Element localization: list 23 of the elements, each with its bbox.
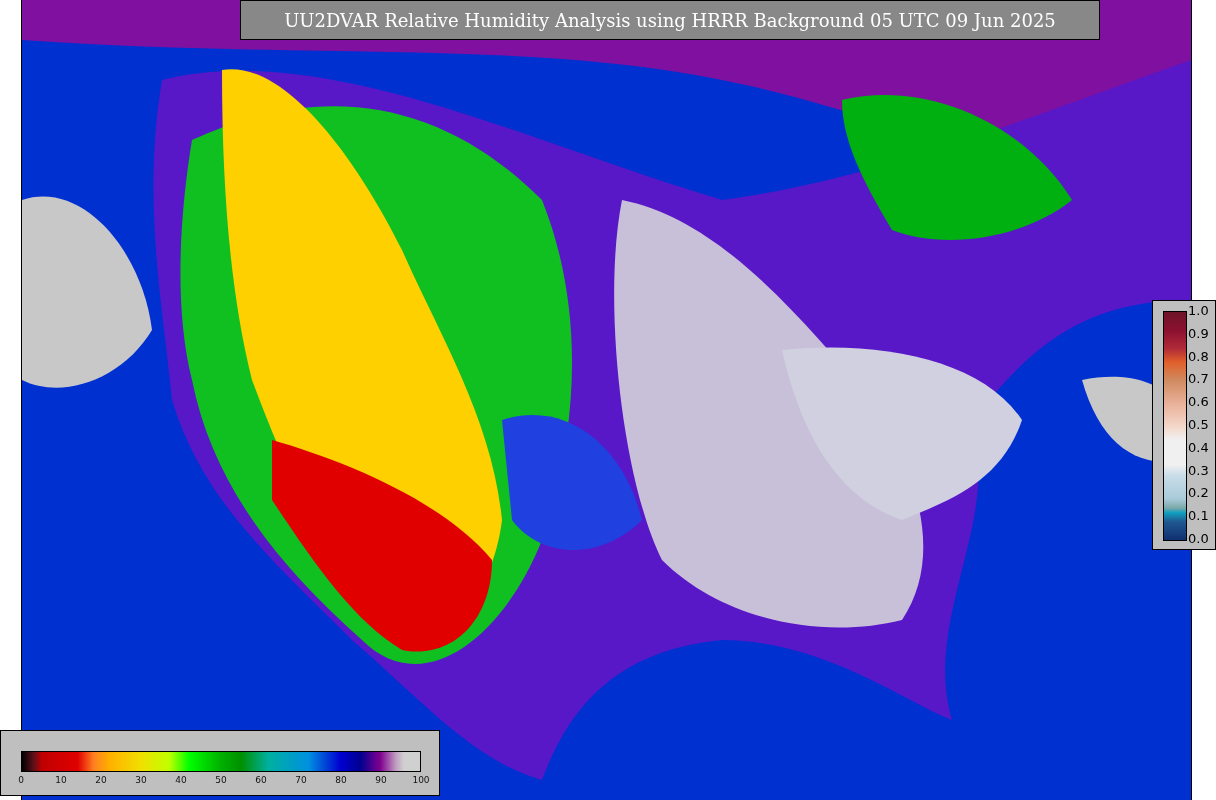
scale-label: 60 xyxy=(255,775,267,785)
scale-label: 70 xyxy=(295,775,307,785)
map-title: UU2DVAR Relative Humidity Analysis using HRRR Background 05 UTC 09 Jun 2025 xyxy=(240,0,1100,40)
scale-label: 0.2 xyxy=(1188,486,1209,501)
scale-label: 100 xyxy=(412,775,430,785)
scale-label: 0.0 xyxy=(1188,532,1209,546)
scale-label: 0.5 xyxy=(1188,418,1209,432)
scale-label: 40 xyxy=(175,775,187,785)
scale-label: 0.8 xyxy=(1188,349,1209,364)
scale-label: 0.1 xyxy=(1188,509,1209,524)
scale-label: 0.9 xyxy=(1188,326,1209,341)
scale-label: 80 xyxy=(335,775,347,785)
scale-label: 50 xyxy=(215,775,227,785)
scale-label: 0.3 xyxy=(1188,463,1209,478)
scale-label: 90 xyxy=(375,775,387,785)
scale-label: 0 xyxy=(18,775,24,785)
scale-label: 10 xyxy=(55,775,67,785)
scale-label: 0.4 xyxy=(1188,440,1209,455)
scale-label: 0.6 xyxy=(1188,395,1209,410)
scale-label: 30 xyxy=(135,775,147,785)
scale-label: 20 xyxy=(95,775,107,785)
scale-label: 0.7 xyxy=(1188,372,1209,387)
scale-label: 1.0 xyxy=(1188,304,1209,318)
